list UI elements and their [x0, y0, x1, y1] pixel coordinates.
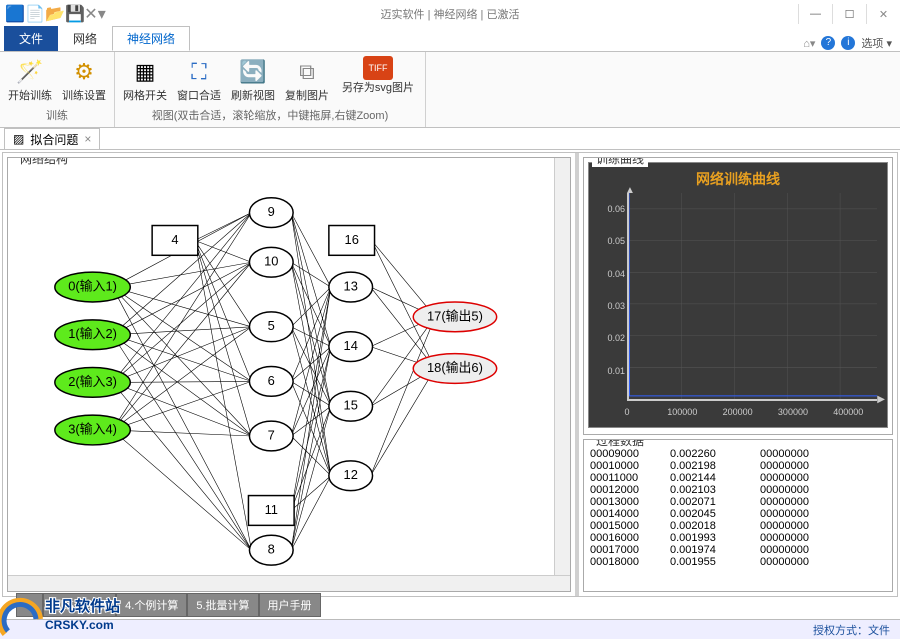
svg-text:13: 13	[344, 278, 358, 293]
table-row: 000150000.00201800000000	[590, 520, 886, 532]
title-bar: 🟦 📄 📂 💾 ✕▾ 迈实软件 | 神经网络 | 已激活 — ☐ ✕	[0, 0, 900, 28]
svg-text:1(输入2): 1(输入2)	[68, 326, 117, 341]
left-pane: 网络结构 0(输入1)1(输入2)2(输入3)3(输入4) 4 5678910 …	[3, 153, 579, 596]
ribbon: 🪄 开始训练 ⚙ 训练设置 训练 ▦ 网格开关 ⛶ 窗口合适 🔄 刷新视图	[0, 52, 900, 128]
gear-icon: ⚙	[68, 56, 100, 88]
tiff-icon: TIFF	[363, 56, 393, 80]
new-icon[interactable]: 📄	[26, 5, 44, 23]
save-icon[interactable]: 💾	[66, 5, 84, 23]
svg-text:8: 8	[268, 542, 275, 557]
network-diagram[interactable]: 0(输入1) 1(输入2) 2(输入3) 3(输入4) 4 5 6 7 8 9 10 11 12…	[8, 158, 554, 575]
svg-text:CRSKY.com: CRSKY.com	[45, 618, 114, 632]
svg-text:11: 11	[265, 502, 278, 517]
maximize-button[interactable]: ☐	[832, 4, 866, 24]
vertical-scrollbar[interactable]	[554, 158, 570, 575]
ribbon-group-view: ▦ 网格开关 ⛶ 窗口合适 🔄 刷新视图 ⧉ 复制图片 TIFF 另存为svg图…	[115, 52, 426, 127]
svg-text:3(输入4): 3(输入4)	[68, 421, 117, 436]
wand-icon: 🪄	[14, 56, 46, 88]
save-svg-button[interactable]: TIFF 另存为svg图片	[335, 54, 421, 104]
network-structure-panel: 网络结构 0(输入1)1(输入2)2(输入3)3(输入4) 4 5678910 …	[7, 157, 571, 592]
svg-text:14: 14	[344, 338, 358, 353]
table-row: 000160000.00199300000000	[590, 532, 886, 544]
info-icon[interactable]: i	[841, 36, 855, 50]
ribbon-group-train: 🪄 开始训练 ⚙ 训练设置 训练	[0, 52, 115, 127]
open-icon[interactable]: 📂	[46, 5, 64, 23]
home-icon[interactable]: ⌂▾	[803, 37, 815, 50]
app-title: 迈实软件 | 神经网络 | 已激活	[381, 6, 520, 22]
process-data-rows: 000090000.00226000000000000100000.002198…	[584, 440, 892, 570]
main-split: 网络结构 0(输入1)1(输入2)2(输入3)3(输入4) 4 5678910 …	[2, 152, 898, 597]
svg-text:2(输入3): 2(输入3)	[68, 374, 117, 389]
auth-status: 授权方式：文件	[813, 622, 890, 638]
btab-manual[interactable]: 用户手册	[259, 593, 321, 617]
svg-text:18(输出6): 18(输出6)	[427, 360, 483, 375]
start-training-button[interactable]: 🪄 开始训练	[4, 54, 56, 104]
table-row: 000110000.00214400000000	[590, 472, 886, 484]
refresh-icon: 🔄	[237, 56, 269, 88]
btab-batch[interactable]: 5.批量计算	[187, 593, 258, 617]
close-tab-icon[interactable]: ×	[84, 132, 91, 146]
tab-file[interactable]: 文件	[4, 26, 58, 51]
svg-text:16: 16	[345, 232, 359, 247]
grid-icon: ▦	[129, 56, 161, 88]
app-icon: 🟦	[6, 5, 24, 23]
right-pane: 训练曲线 网络训练曲线 0.010.020.030.040.050.06 010…	[579, 153, 897, 596]
svg-text:7: 7	[268, 427, 275, 442]
tab-neural-network[interactable]: 神经网络	[112, 26, 190, 51]
help-icon[interactable]: ?	[821, 36, 835, 50]
tab-network[interactable]: 网络	[58, 26, 112, 51]
svg-text:9: 9	[268, 204, 275, 219]
svg-text:0(输入1): 0(输入1)	[68, 278, 117, 293]
close-button[interactable]: ✕	[866, 4, 900, 24]
grid-toggle-button[interactable]: ▦ 网格开关	[119, 54, 171, 104]
copy-image-button[interactable]: ⧉ 复制图片	[281, 54, 333, 104]
svg-text:17(输出5): 17(输出5)	[427, 308, 483, 323]
menu-tabs: 文件 网络 神经网络 ⌂▾ ? i 选项 ▾	[0, 28, 900, 52]
svg-text:10: 10	[264, 254, 278, 269]
table-row: 000130000.00207100000000	[590, 496, 886, 508]
process-data-panel: 过程数据 000090000.00226000000000000100000.0…	[583, 439, 893, 592]
svg-text:4: 4	[171, 232, 178, 247]
fit-icon: ⛶	[183, 56, 215, 88]
table-row: 000180000.00195500000000	[590, 556, 886, 568]
document-tab[interactable]: ▨ 拟合问题 ×	[4, 128, 100, 149]
svg-text:非凡软件站: 非凡软件站	[45, 597, 120, 615]
watermark-logo: 非凡软件站 CRSKY.com	[0, 589, 150, 639]
table-row: 000100000.00219800000000	[590, 460, 886, 472]
quick-access-toolbar: 🟦 📄 📂 💾 ✕▾	[0, 5, 104, 23]
fit-window-button[interactable]: ⛶ 窗口合适	[173, 54, 225, 104]
table-row: 000120000.00210300000000	[590, 484, 886, 496]
window-controls: — ☐ ✕	[798, 4, 900, 24]
table-row: 000090000.00226000000000	[590, 448, 886, 460]
document-tab-bar: ▨ 拟合问题 ×	[0, 128, 900, 150]
refresh-view-button[interactable]: 🔄 刷新视图	[227, 54, 279, 104]
training-settings-button[interactable]: ⚙ 训练设置	[58, 54, 110, 104]
doc-icon: ▨	[13, 132, 24, 146]
training-curve-panel: 训练曲线 网络训练曲线 0.010.020.030.040.050.06 010…	[583, 157, 893, 435]
svg-text:12: 12	[344, 467, 358, 482]
table-row: 000140000.00204500000000	[590, 508, 886, 520]
training-chart[interactable]: 网络训练曲线 0.010.020.030.040.050.06 01000002…	[588, 162, 888, 428]
svg-text:5: 5	[268, 318, 275, 333]
minimize-button[interactable]: —	[798, 4, 832, 24]
copy-icon: ⧉	[291, 56, 323, 88]
tools-icon[interactable]: ✕▾	[86, 5, 104, 23]
options-button[interactable]: 选项 ▾	[861, 35, 892, 51]
table-row: 000170000.00197400000000	[590, 544, 886, 556]
svg-text:6: 6	[268, 373, 275, 388]
svg-text:15: 15	[344, 398, 358, 413]
